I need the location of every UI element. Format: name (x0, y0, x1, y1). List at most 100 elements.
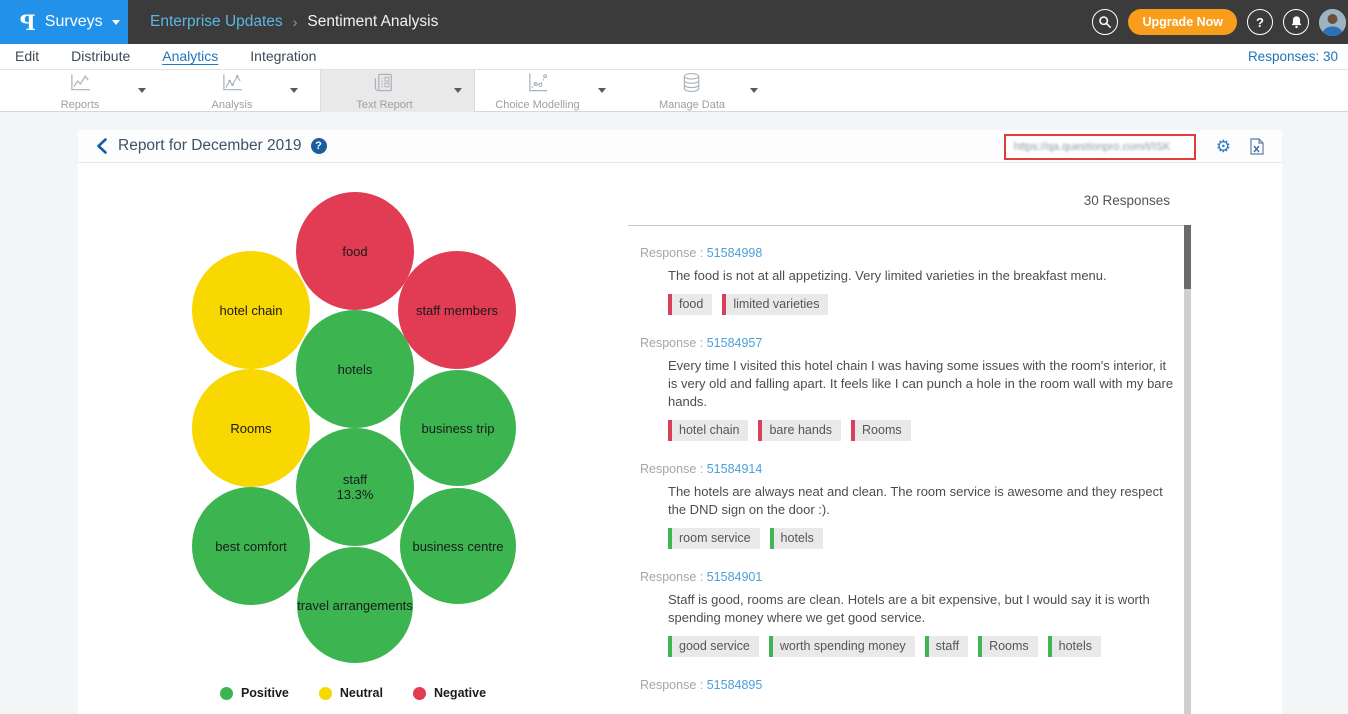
sentiment-tag-good-service[interactable]: good service (668, 636, 759, 657)
response-label: Response : (640, 246, 707, 260)
menu-item-analytics[interactable]: Analytics (162, 48, 218, 64)
response-label: Response : (640, 678, 707, 692)
responses-panel: 30 Responses Response : 51584998The food… (628, 163, 1282, 714)
breadcrumb-current-page: Sentiment Analysis (307, 13, 438, 31)
chart-legend: PositiveNeutralNegative (78, 686, 628, 700)
menu-items: Edit Distribute Analytics Integration (0, 48, 333, 66)
share-url-input[interactable] (1006, 141, 1194, 153)
response-item: Response : 51584998 The food is not at al… (628, 246, 1190, 315)
legend-item-negative: Negative (413, 686, 486, 700)
response-item: Response : 51584895 (628, 678, 1190, 692)
product-name: Surveys (45, 13, 103, 31)
help-button[interactable]: ? (1247, 9, 1273, 35)
bubble-label: Rooms (230, 421, 271, 436)
report-header-actions: ⚙ (1004, 130, 1282, 163)
response-id-link[interactable]: 51584957 (707, 336, 763, 350)
response-item: Response : 51584901Staff is good, rooms … (628, 570, 1190, 657)
responses-count[interactable]: Responses: 30 (1248, 49, 1338, 64)
breadcrumb-survey-name[interactable]: Enterprise Updates (150, 13, 283, 31)
toolbar-tab-text-report[interactable]: Text Report (320, 70, 475, 112)
notifications-button[interactable] (1283, 9, 1309, 35)
sentiment-tag-rooms[interactable]: Rooms (851, 420, 911, 441)
topbar-actions: Upgrade Now ? (1092, 0, 1348, 44)
search-button[interactable] (1092, 9, 1118, 35)
bubble-travel-arrangements[interactable]: travel arrangements (297, 547, 413, 663)
settings-gear-icon[interactable]: ⚙ (1216, 138, 1231, 155)
database-icon (681, 72, 704, 98)
bubble-label: staff (343, 472, 367, 487)
response-text: The hotels are always neat and clean. Th… (668, 483, 1174, 519)
sentiment-tag-rooms[interactable]: Rooms (978, 636, 1038, 657)
report-card: Report for December 2019 ? ⚙ (78, 130, 1282, 714)
response-text: The food is not at all appetizing. Very … (668, 267, 1174, 285)
bubble-best-comfort[interactable]: best comfort (192, 487, 310, 605)
responses-scrollbar-thumb[interactable] (1184, 225, 1191, 289)
toolbar-tab-manage-data[interactable]: Manage Data (640, 70, 770, 112)
sentiment-tag-food[interactable]: food (668, 294, 712, 315)
export-excel-button[interactable] (1249, 138, 1264, 155)
response-tags: good service worth spending money staff Roo… (668, 636, 1190, 657)
menu-item-distribute[interactable]: Distribute (71, 48, 130, 64)
response-label: Response : (640, 462, 707, 476)
responses-scrollbar-track[interactable] (1184, 225, 1191, 714)
sentiment-tag-hotels[interactable]: hotels (1048, 636, 1101, 657)
title-help-button[interactable]: ? (311, 138, 327, 154)
upgrade-now-button[interactable]: Upgrade Now (1128, 9, 1237, 35)
responses-list: Response : 51584998 The food is not at al… (628, 225, 1190, 714)
sentiment-tag-staff[interactable]: staff (925, 636, 968, 657)
bubble-label: hotel chain (220, 303, 283, 318)
question-mark-icon: ? (315, 140, 322, 152)
search-icon (1098, 15, 1112, 29)
top-bar: P Surveys Enterprise Updates › Sentiment… (0, 0, 1348, 44)
bubble-business-trip[interactable]: business trip (400, 370, 516, 486)
share-url-highlight-box (1004, 134, 1196, 160)
menu-item-integration[interactable]: Integration (250, 48, 316, 64)
bubble-label: business centre (412, 539, 503, 554)
sentiment-tag-hotel-chain[interactable]: hotel chain (668, 420, 748, 441)
line-chart-icon (69, 72, 92, 98)
choice-modelling-icon (526, 72, 549, 98)
response-id-link[interactable]: 51584895 (707, 678, 763, 692)
sentiment-tag-limited-varieties[interactable]: limited varieties (722, 294, 828, 315)
sentiment-tag-hotels[interactable]: hotels (770, 528, 823, 549)
sentiment-tag-worth-spending-money[interactable]: worth spending money (769, 636, 915, 657)
legend-dot-neutral (319, 687, 332, 700)
legend-label: Negative (434, 686, 486, 700)
response-item: Response : 51584914 The hotels are always… (628, 462, 1190, 549)
legend-item-positive: Positive (220, 686, 289, 700)
bubble-business-centre[interactable]: business centre (400, 488, 516, 604)
bubble-hotel-chain[interactable]: hotel chain (192, 251, 310, 369)
sentiment-tag-room-service[interactable]: room service (668, 528, 760, 549)
response-id-link[interactable]: 51584914 (707, 462, 763, 476)
breadcrumb: Enterprise Updates › Sentiment Analysis (150, 0, 438, 44)
questionpro-logo: P (20, 10, 36, 35)
response-id-link[interactable]: 51584998 (707, 246, 763, 260)
user-avatar[interactable] (1319, 9, 1346, 36)
back-button[interactable] (95, 138, 109, 154)
toolbar-tab-analysis[interactable]: Analysis (180, 70, 310, 112)
bubble-rooms[interactable]: Rooms (192, 369, 310, 487)
toolbar-tab-reports[interactable]: Reports (28, 70, 158, 112)
bubble-label: business trip (422, 421, 495, 436)
person-photo-icon (1319, 9, 1346, 36)
legend-dot-positive (220, 687, 233, 700)
toolbar-tab-choice-modelling[interactable]: Choice Modelling (483, 70, 618, 112)
response-tags: food limited varieties (668, 294, 1190, 315)
bubble-staff-members[interactable]: staff members (398, 251, 516, 369)
response-id-link[interactable]: 51584901 (707, 570, 763, 584)
bubble-food[interactable]: food (296, 192, 414, 310)
excel-file-icon (1249, 138, 1264, 155)
response-header: Response : 51584957 (628, 336, 1190, 350)
question-mark-icon: ? (1256, 15, 1264, 30)
bubble-hotels[interactable]: hotels (296, 310, 414, 428)
response-text: Staff is good, rooms are clean. Hotels a… (668, 591, 1174, 627)
bubble-staff[interactable]: staff13.3% (296, 428, 414, 546)
response-item: Response : 51584957Every time I visited … (628, 336, 1190, 441)
sentiment-bubble-chart: PositiveNeutralNegative food hotel chain s… (78, 163, 628, 714)
sentiment-tag-bare-hands[interactable]: bare hands (758, 420, 841, 441)
menu-item-edit[interactable]: Edit (15, 48, 39, 64)
surveys-product-switcher[interactable]: P Surveys (0, 0, 128, 44)
survey-menu-bar: Edit Distribute Analytics Integration Respo… (0, 44, 1348, 70)
bubble-label: best comfort (215, 539, 287, 554)
scatter-chart-icon (221, 72, 244, 98)
